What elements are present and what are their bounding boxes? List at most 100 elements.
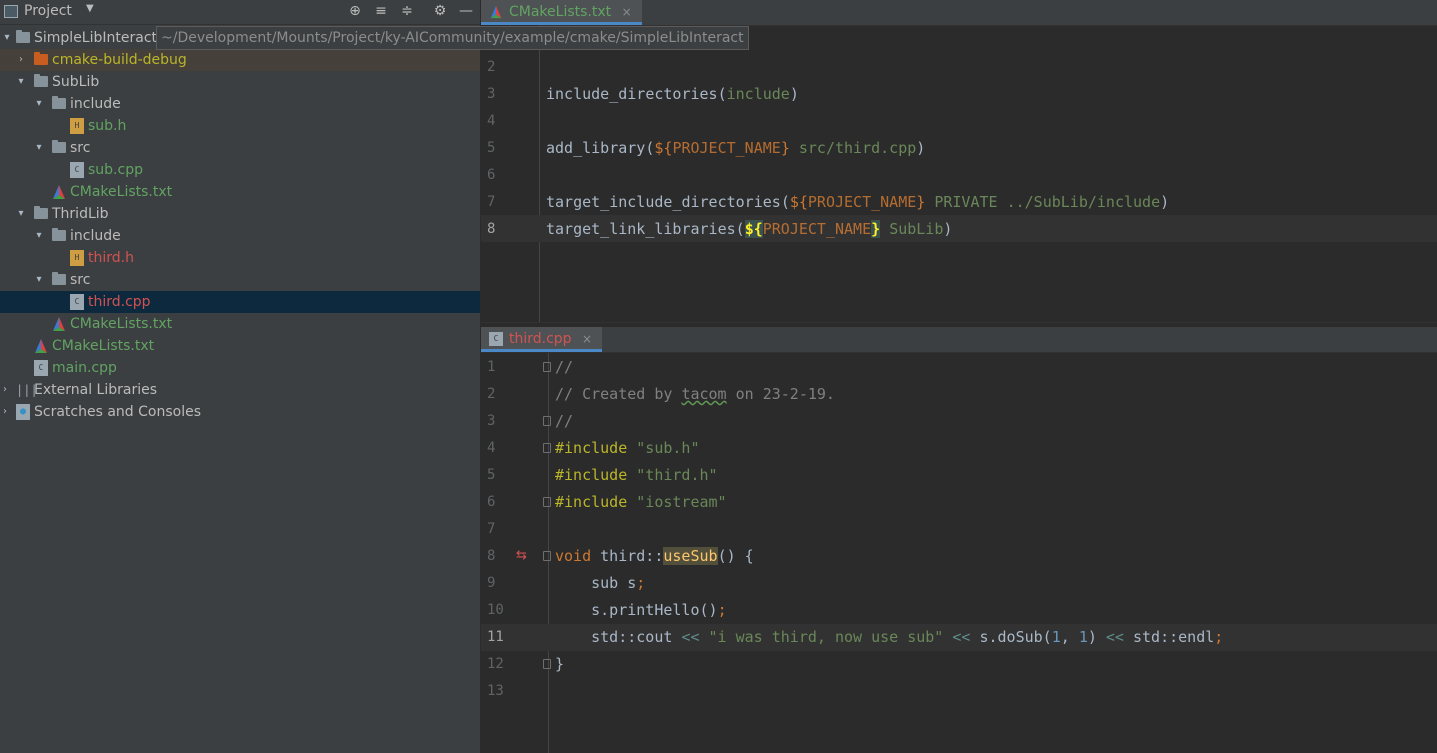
close-icon[interactable]: × bbox=[582, 332, 592, 346]
line-number: 12 bbox=[487, 656, 504, 672]
tree-item-label: include bbox=[70, 228, 121, 244]
cpp-file-icon: C bbox=[34, 360, 48, 376]
tree-item-label: cmake-build-debug bbox=[52, 52, 187, 68]
chevron-down-icon[interactable]: ▾ bbox=[34, 137, 44, 159]
fold-icon[interactable] bbox=[543, 416, 551, 426]
line-number: 13 bbox=[487, 683, 504, 699]
tree-item-label: SimpleLibInteract bbox=[34, 30, 158, 46]
cmake-icon bbox=[53, 185, 65, 199]
code-line: target_include_directories(${PROJECT_NAM… bbox=[546, 193, 1170, 211]
tab-third-cpp[interactable]: C third.cpp × bbox=[481, 327, 603, 352]
code-line: void third::useSub() { bbox=[555, 547, 754, 565]
cpp-file-icon: C bbox=[489, 332, 503, 346]
tree-item-cmakelists[interactable]: CMakeLists.txt bbox=[0, 181, 480, 203]
tree-item-thridlib[interactable]: ▾ ThridLib bbox=[0, 203, 480, 225]
tree-item-third-cpp[interactable]: C third.cpp bbox=[0, 291, 480, 313]
chevron-right-icon[interactable]: › bbox=[16, 49, 26, 71]
fold-icon[interactable] bbox=[543, 497, 551, 507]
editor-tabbar-top: CMakeLists.txt × bbox=[481, 0, 1437, 26]
header-file-icon: H bbox=[70, 118, 84, 134]
line-number: 1 bbox=[487, 359, 496, 375]
folder-icon bbox=[52, 272, 66, 285]
tree-item-label: sub.cpp bbox=[88, 162, 143, 178]
minimize-icon[interactable]: — bbox=[457, 2, 475, 20]
chevron-down-icon[interactable]: ▾ bbox=[34, 225, 44, 247]
navigate-declaration-icon[interactable]: ⇆ bbox=[516, 548, 527, 563]
cpp-file-icon: C bbox=[70, 162, 84, 178]
code-line: #include "sub.h" bbox=[555, 439, 700, 457]
chevron-down-icon[interactable]: ▾ bbox=[16, 71, 26, 93]
tree-item-sub-cpp[interactable]: C sub.cpp bbox=[0, 159, 480, 181]
chevron-right-icon[interactable]: › bbox=[0, 401, 10, 423]
expand-all-icon[interactable]: ≡ bbox=[372, 2, 390, 20]
code-line: include_directories(include) bbox=[546, 85, 799, 103]
line-number: 4 bbox=[487, 440, 496, 456]
line-number: 8 bbox=[487, 221, 496, 237]
tree-item-src[interactable]: ▾ src bbox=[0, 137, 480, 159]
tree-item-label: CMakeLists.txt bbox=[70, 316, 173, 332]
tree-item-cmakelists[interactable]: CMakeLists.txt bbox=[0, 313, 480, 335]
cpp-file-icon: C bbox=[70, 294, 84, 310]
line-number: 3 bbox=[487, 86, 496, 102]
line-number: 3 bbox=[487, 413, 496, 429]
tree-item-include[interactable]: ▾ include bbox=[0, 93, 480, 115]
code-line: add_library(${PROJECT_NAME} src/third.cp… bbox=[546, 139, 926, 157]
tree-item-include[interactable]: ▾ include bbox=[0, 225, 480, 247]
target-icon[interactable]: ⊕ bbox=[346, 2, 364, 20]
chevron-down-icon[interactable]: ▾ bbox=[34, 269, 44, 291]
fold-icon[interactable] bbox=[543, 362, 551, 372]
tab-cmakelists[interactable]: CMakeLists.txt × bbox=[481, 0, 642, 25]
code-line: // Created by tacom on 23-2-19. bbox=[555, 385, 835, 403]
line-number: 5 bbox=[487, 140, 496, 156]
tree-item-third-h[interactable]: H third.h bbox=[0, 247, 480, 269]
chevron-down-icon[interactable]: ▾ bbox=[34, 93, 44, 115]
folder-icon bbox=[34, 52, 48, 65]
line-number: 6 bbox=[487, 167, 496, 183]
fold-icon[interactable] bbox=[543, 659, 551, 669]
close-icon[interactable]: × bbox=[622, 5, 632, 19]
tree-item-main-cpp[interactable]: C main.cpp bbox=[0, 357, 480, 379]
tree-item-external-libraries[interactable]: › ||| External Libraries bbox=[0, 379, 480, 401]
tree-item-sublib[interactable]: ▾ SubLib bbox=[0, 71, 480, 93]
tree-item-scratches[interactable]: › ● Scratches and Consoles bbox=[0, 401, 480, 423]
tree-item-label: External Libraries bbox=[34, 382, 157, 398]
line-number: 5 bbox=[487, 467, 496, 483]
tab-label: third.cpp bbox=[509, 331, 572, 347]
header-file-icon: H bbox=[70, 250, 84, 266]
code-line: target_link_libraries(${PROJECT_NAME} Su… bbox=[546, 220, 953, 238]
gear-icon[interactable]: ⚙ bbox=[431, 2, 449, 20]
line-number: 7 bbox=[487, 194, 496, 210]
chevron-down-icon[interactable]: ▼ bbox=[86, 3, 94, 14]
line-number: 9 bbox=[487, 575, 496, 591]
tree-item-cmakelists[interactable]: CMakeLists.txt bbox=[0, 335, 480, 357]
cmake-icon bbox=[490, 5, 502, 19]
tree-item-sub-h[interactable]: H sub.h bbox=[0, 115, 480, 137]
line-number: 2 bbox=[487, 59, 496, 75]
code-line: sub s; bbox=[555, 574, 646, 592]
project-panel: Project ▼ ⊕ ≡ ≑ ⚙ — ▾ SimpleLibInteract … bbox=[0, 0, 480, 753]
project-icon bbox=[4, 5, 18, 18]
collapse-all-icon[interactable]: ≑ bbox=[398, 2, 416, 20]
chevron-down-icon[interactable]: ▾ bbox=[16, 203, 26, 225]
tree-item-label: CMakeLists.txt bbox=[70, 184, 173, 200]
line-number: 10 bbox=[487, 602, 504, 618]
project-panel-title[interactable]: Project bbox=[24, 3, 72, 19]
tree-item-label: CMakeLists.txt bbox=[52, 338, 155, 354]
tree-item-cmake-build-debug[interactable]: › cmake-build-debug bbox=[0, 49, 480, 71]
scratches-icon: ● bbox=[16, 404, 30, 420]
folder-icon bbox=[34, 206, 48, 219]
chevron-right-icon[interactable]: › bbox=[0, 379, 10, 401]
line-number: 7 bbox=[487, 521, 496, 537]
tree-item-src[interactable]: ▾ src bbox=[0, 269, 480, 291]
fold-icon[interactable] bbox=[543, 443, 551, 453]
folder-icon bbox=[52, 96, 66, 109]
line-number: 2 bbox=[487, 386, 496, 402]
tree-item-label: third.cpp bbox=[88, 294, 151, 310]
folder-icon bbox=[34, 74, 48, 87]
path-tooltip: ~/Development/Mounts/Project/ky-AICommun… bbox=[156, 26, 749, 50]
editor-tabbar-bottom: C third.cpp × bbox=[481, 327, 1437, 353]
chevron-down-icon[interactable]: ▾ bbox=[2, 27, 12, 49]
cmake-icon bbox=[35, 339, 47, 353]
fold-icon[interactable] bbox=[543, 551, 551, 561]
folder-icon bbox=[52, 140, 66, 153]
